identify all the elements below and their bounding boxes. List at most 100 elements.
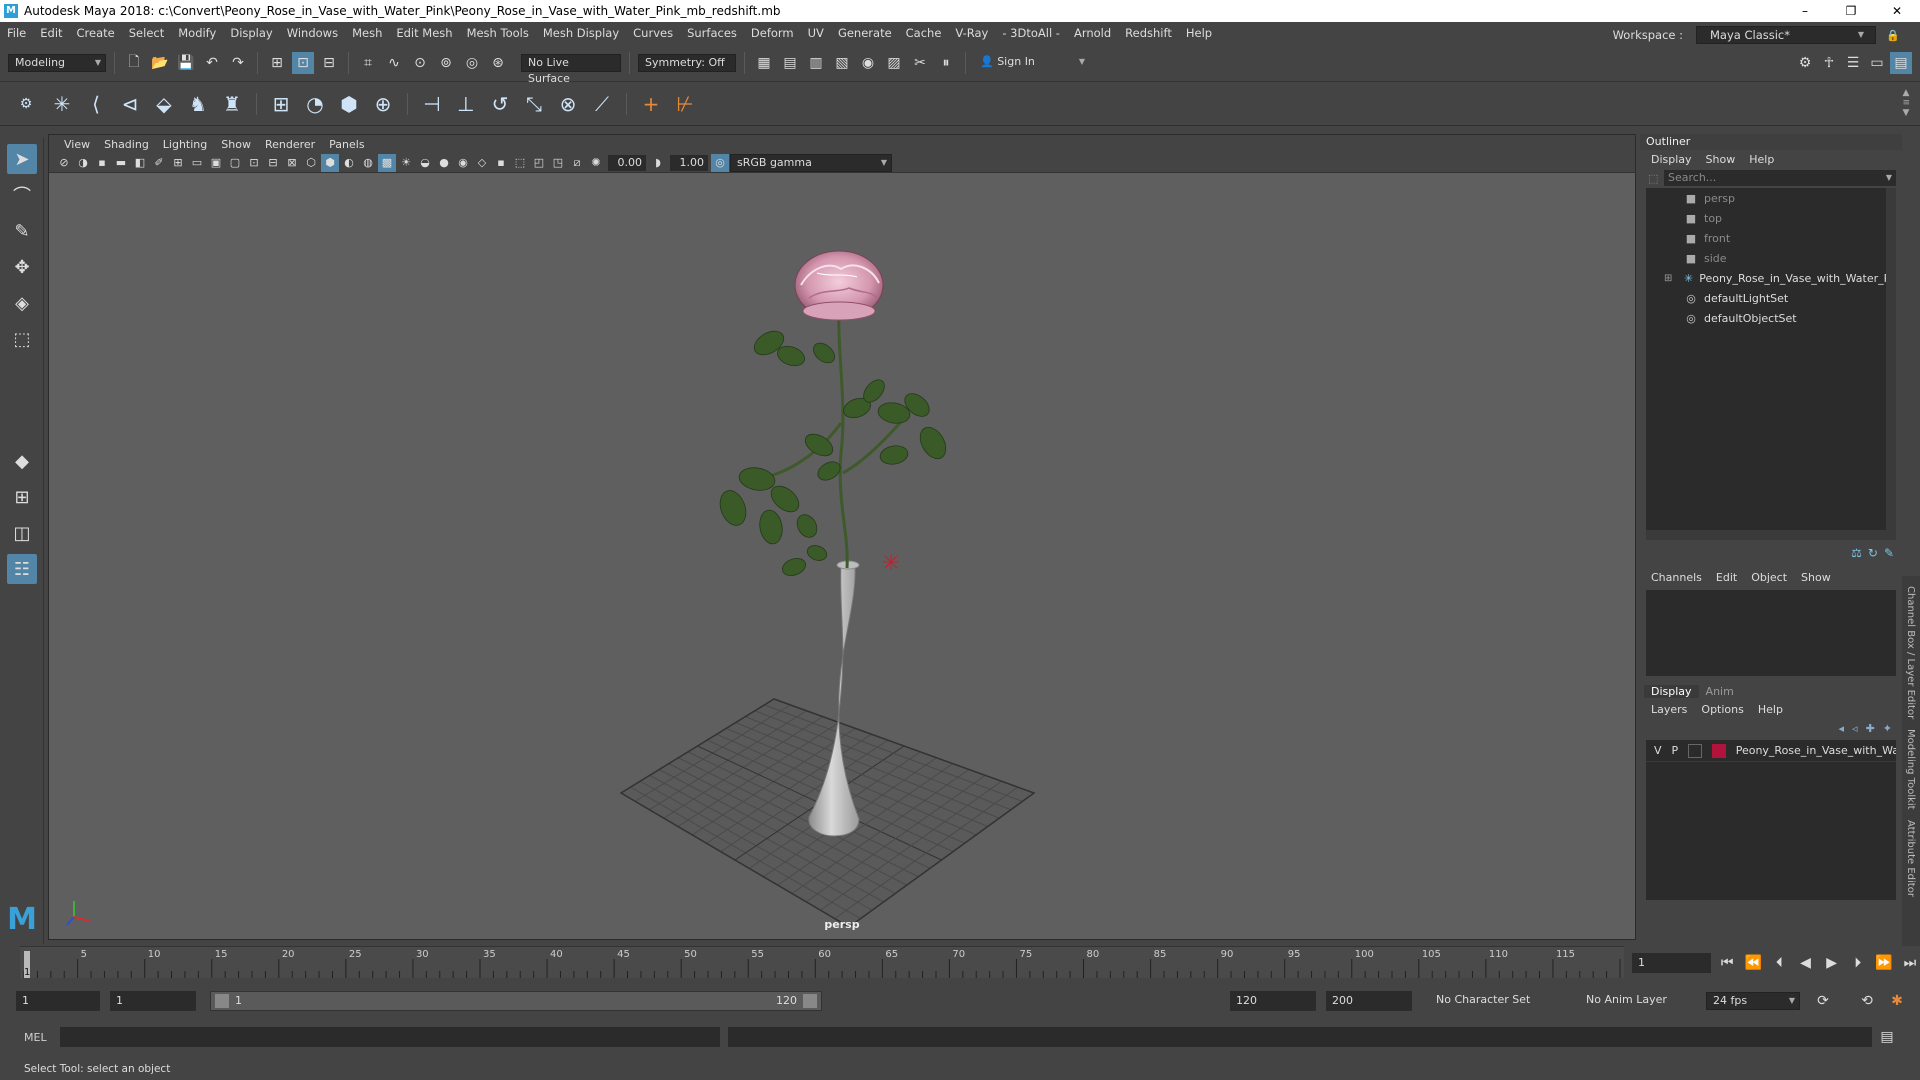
symmetry-dropdown[interactable]: Symmetry: Off [638,53,736,72]
tool-settings-icon[interactable]: ▭ [1866,52,1888,74]
field-chart-icon[interactable]: ⊡ [245,154,263,172]
exposure-field[interactable]: 0.00 [608,154,646,171]
layer-tab-anim[interactable]: Anim [1699,685,1741,698]
menu-file[interactable]: File [0,26,33,40]
play-forward-icon[interactable]: ▶ [1822,952,1842,974]
layer-menu-options[interactable]: Options [1694,703,1750,716]
channel-box-icon[interactable]: ▤ [1890,52,1912,74]
snap-pivot-icon[interactable]: ⊛ [487,52,509,74]
outliner-vscrollbar[interactable] [1886,188,1896,540]
step-back-frame-icon[interactable]: ⏴ [1769,952,1789,974]
fps-dropdown[interactable]: 24 fps ▼ [1706,992,1800,1010]
menu-create[interactable]: Create [70,26,122,40]
viewport-menu-renderer[interactable]: Renderer [258,138,322,151]
live-surface-field[interactable]: No Live Surface [521,53,621,85]
joint-tool-icon[interactable]: ✳ [48,90,76,118]
channelbox-sync-icon[interactable]: ↻ [1868,546,1878,560]
move-tool-icon[interactable]: ✥ [7,252,37,282]
select-hierarchy-icon[interactable]: ⊞ [266,52,288,74]
outliner-item[interactable]: ⊞ ✳ Peony_Rose_in_Vase_with_Water_Pink_r [1646,268,1896,288]
attribute-editor-icon[interactable]: ☰ [1842,52,1864,74]
minimize-button[interactable]: – [1782,0,1828,22]
menu-3dtoall[interactable]: - 3DtoAll - [995,26,1067,40]
scale-constraint-icon[interactable]: ⤡ [520,90,548,118]
paint-select-tool-icon[interactable]: ✎ [7,216,37,246]
animation-end-field[interactable]: 200 [1326,991,1412,1011]
shelf-scroll-up-icon[interactable]: ▲ [1902,88,1910,98]
range-end-handle[interactable] [803,994,817,1008]
side-tab-modeling-toolkit[interactable]: Modeling Toolkit [1905,729,1916,810]
color-management-icon[interactable]: ◎ [711,153,729,172]
redshift-render-icon[interactable]: ✂ [909,52,931,74]
layer-row[interactable]: V P Peony_Rose_in_Vase_with_Wa [1646,740,1896,762]
film-gate-icon[interactable]: ▭ [188,154,206,172]
quick-rig-icon[interactable]: ♞ [184,90,212,118]
menu-display[interactable]: Display [223,26,279,40]
channelbox-edit-icon[interactable]: ✎ [1884,546,1894,560]
script-editor-icon[interactable]: ▤ [1876,1026,1898,1048]
menu-generate[interactable]: Generate [831,26,899,40]
loop-icon[interactable]: ⟳ [1812,990,1834,1012]
menu-select[interactable]: Select [122,26,171,40]
pause-icon[interactable]: ⏸ [935,52,957,74]
ambient-occlusion-icon[interactable]: ● [435,154,453,172]
channelbox-menu-object[interactable]: Object [1744,571,1794,584]
outliner-layout-icon[interactable]: ☷ [7,554,37,584]
restore-button[interactable]: ❐ [1828,0,1874,22]
outliner-item[interactable]: ■ top [1646,208,1896,228]
isolate-select-icon[interactable]: ⬚ [511,154,529,172]
layer-menu-layers[interactable]: Layers [1644,703,1694,716]
human-ik-shelf-icon[interactable]: ♜ [218,90,246,118]
outliner-item[interactable]: ■ persp [1646,188,1896,208]
layer-tab-display[interactable]: Display [1644,684,1699,698]
grease-pencil-icon[interactable]: ✐ [150,154,168,172]
default-material-icon[interactable]: ◐ [340,154,358,172]
outliner-search-input[interactable]: Search... ▼ [1664,170,1896,186]
gate-mask-icon[interactable]: ▢ [226,154,244,172]
xray-components-icon[interactable]: ⧄ [568,154,586,172]
filter-icon[interactable]: ⬚ [1648,172,1658,185]
playback-start-field[interactable]: 1 [110,991,196,1011]
two-view-layout-icon[interactable]: ◫ [7,518,37,548]
step-forward-frame-icon[interactable]: ⏵ [1848,952,1868,974]
character-set-dropdown[interactable]: No Character Set [1430,992,1570,1010]
render-settings-icon[interactable]: ▧ [831,52,853,74]
shelf-menu-icon[interactable]: ≡ [1902,98,1910,108]
snap-surface-icon[interactable]: ◎ [461,52,483,74]
soft-mod-icon[interactable]: ⊕ [369,90,397,118]
menu-edit[interactable]: Edit [33,26,69,40]
outliner-hscrollbar[interactable] [1646,530,1896,540]
current-frame-field[interactable]: 1 [1632,953,1712,973]
menu-uv[interactable]: UV [801,26,831,40]
2d-pan-zoom-icon[interactable]: ◧ [131,154,149,172]
image-plane-icon[interactable]: ▬ [112,154,130,172]
layer-type-toggle[interactable] [1688,743,1702,758]
hypershade-icon[interactable]: ◉ [857,52,879,74]
menu-set-dropdown[interactable]: Modeling ▼ [8,53,106,72]
viewport-menu-lighting[interactable]: Lighting [156,138,214,151]
lock-icon[interactable]: 🔒 [1882,24,1904,46]
motion-blur-icon[interactable]: ◉ [454,154,472,172]
grid-icon[interactable]: ⊞ [169,154,187,172]
gamma-icon[interactable]: ◗ [649,154,667,172]
select-component-icon[interactable]: ⊟ [318,52,340,74]
rotate-tool-icon[interactable]: ◈ [7,288,37,318]
exposure-icon[interactable]: ✺ [587,154,605,172]
close-button[interactable]: ✕ [1874,0,1920,22]
menu-curves[interactable]: Curves [626,26,680,40]
channelbox-menu-edit[interactable]: Edit [1709,571,1744,584]
depth-of-field-icon[interactable]: ▪ [492,154,510,172]
menu-deform[interactable]: Deform [744,26,801,40]
anti-aliasing-icon[interactable]: ◇ [473,154,491,172]
viewport-menu-view[interactable]: View [57,138,97,151]
open-scene-icon[interactable]: 📂 [149,52,171,74]
outliner-menu-show[interactable]: Show [1699,153,1743,166]
bookmark-icon[interactable]: ▪ [93,154,111,172]
range-slider[interactable]: 1 120 [210,991,822,1011]
parent-constraint-icon[interactable]: ⊗ [554,90,582,118]
xray-joints-icon[interactable]: ◳ [549,154,567,172]
menu-mesh-display[interactable]: Mesh Display [536,26,626,40]
gamma-field[interactable]: 1.00 [670,154,708,171]
menu-redshift[interactable]: Redshift [1118,26,1179,40]
layer-name[interactable]: Peony_Rose_in_Vase_with_Wa [1736,744,1896,757]
